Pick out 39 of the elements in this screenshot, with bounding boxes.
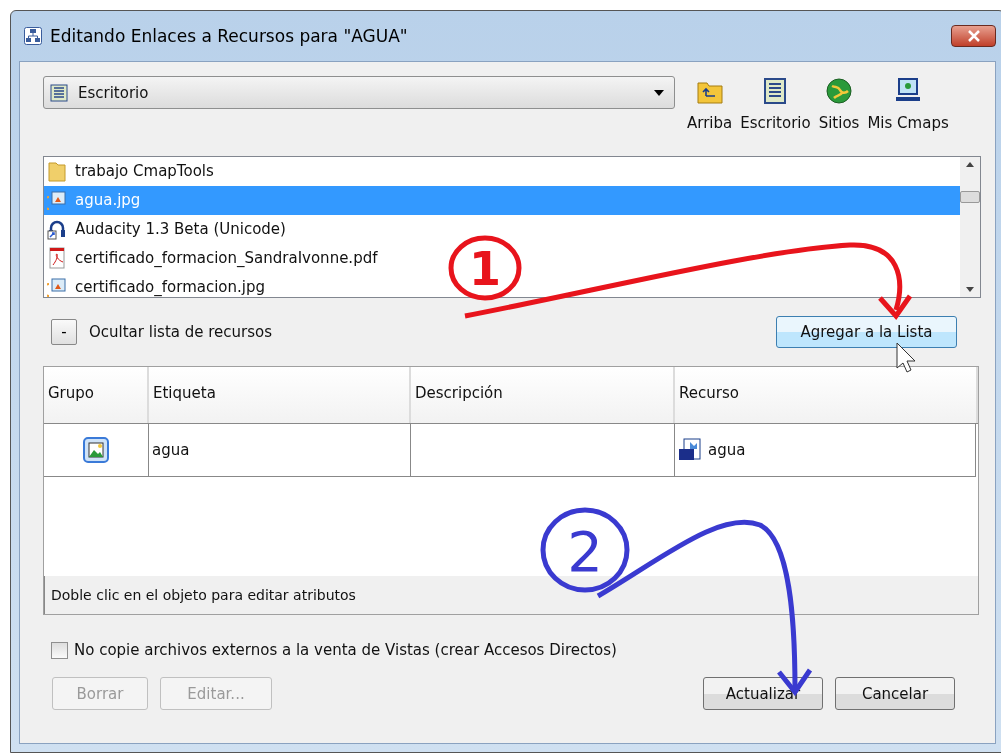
- step-number-marker: 2: [540, 507, 630, 593]
- toolbar-button[interactable]: Sitios: [816, 76, 862, 144]
- pdf-file-icon: [47, 246, 67, 269]
- toolbar-button[interactable]: Mis Cmaps: [865, 76, 951, 144]
- table-cell: agua: [708, 441, 746, 459]
- column-header[interactable]: Descripción: [411, 367, 675, 423]
- hint-text: Doble clic en el objeto para editar atributos: [44, 576, 978, 614]
- collapse-button[interactable]: -: [51, 319, 77, 345]
- add-to-list-button[interactable]: Agregar a la Lista: [776, 316, 957, 348]
- checkbox-label: No copie archivos externos a la venta de Vistas (crear Accesos Directos): [74, 641, 617, 659]
- file-list-item[interactable]: certificado_formacion.jpg: [44, 272, 270, 301]
- file-list-item[interactable]: certificado_formacion_SandraIvonne.pdf: [44, 243, 382, 273]
- caret-icon: [654, 89, 664, 96]
- step-number-marker: 1: [448, 235, 522, 301]
- desktop-list-icon: [50, 83, 68, 102]
- checkbox[interactable]: [51, 641, 68, 659]
- column-header[interactable]: Etiqueta: [149, 367, 411, 423]
- scrollbar[interactable]: [960, 157, 980, 297]
- location-dropdown[interactable]: Escritorio: [43, 76, 675, 109]
- toolbar-button[interactable]: Escritorio: [738, 76, 813, 144]
- image-group-icon: [83, 437, 109, 463]
- folder-icon: [47, 160, 67, 183]
- headphones-icon: [47, 218, 67, 240]
- close-icon: [966, 30, 981, 42]
- action-button[interactable]: Cancelar: [835, 677, 955, 710]
- window-title: Editando Enlaces a Recursos para "AGUA": [50, 26, 409, 46]
- close-button[interactable]: [951, 25, 996, 47]
- column-header[interactable]: Recurso: [675, 367, 978, 423]
- image-file-icon: [47, 275, 67, 298]
- collapse-label: Ocultar lista de recursos: [89, 323, 274, 341]
- scroll-thumb[interactable]: [960, 191, 980, 203]
- file-list-item[interactable]: trabajo CmapTools: [44, 157, 218, 186]
- toolbar-button[interactable]: Arriba: [685, 76, 735, 144]
- network-icon: [24, 27, 42, 45]
- image-file-icon: [47, 189, 67, 212]
- table-cell: agua: [149, 424, 411, 476]
- column-header[interactable]: Grupo: [44, 367, 149, 423]
- file-list-item[interactable]: Audacity 1.3 Beta (Unicode): [44, 214, 290, 244]
- action-button[interactable]: Actualizar: [703, 677, 823, 710]
